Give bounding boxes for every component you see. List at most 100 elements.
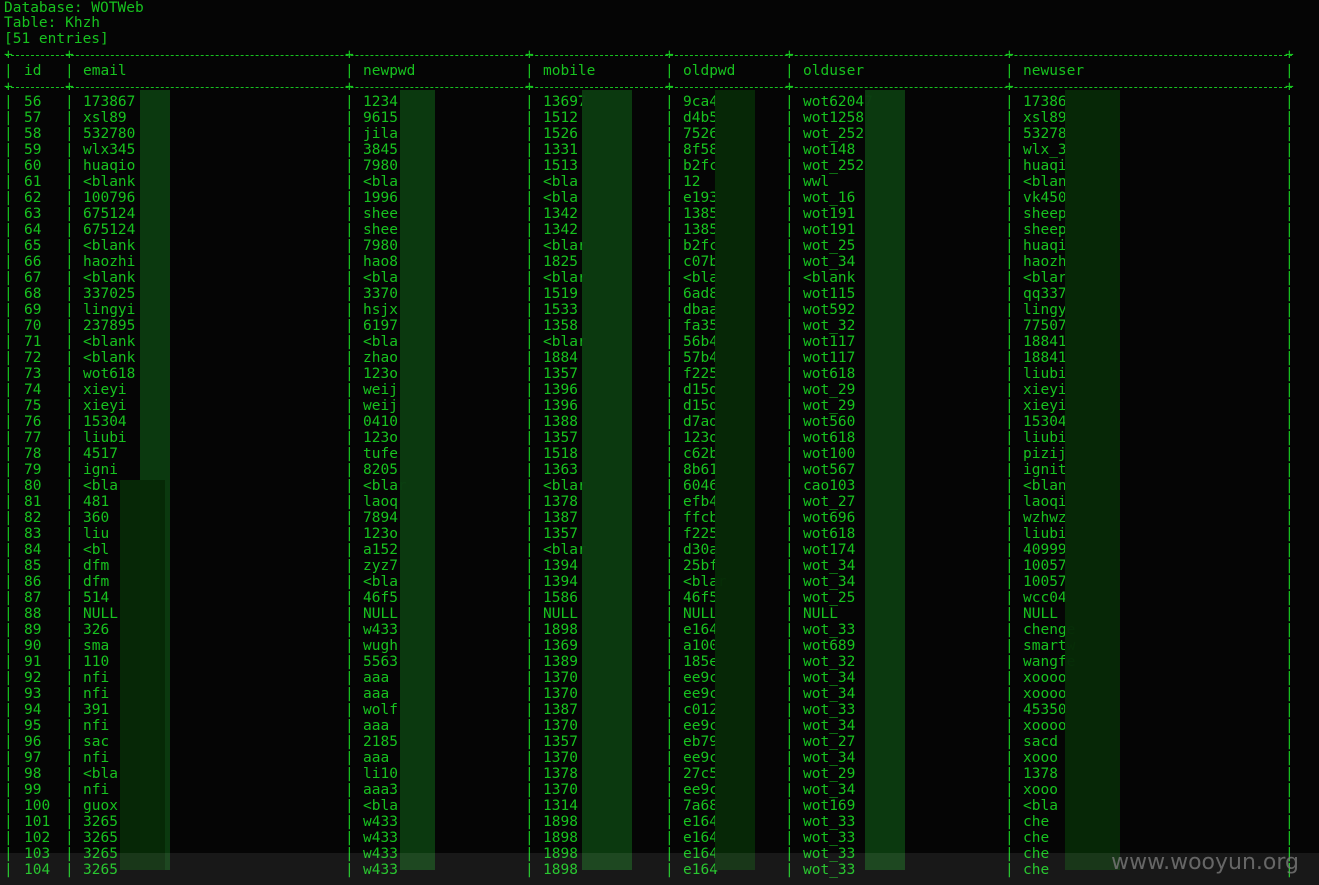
column-separator: | bbox=[525, 478, 534, 494]
cell-id: 70 bbox=[24, 318, 42, 334]
cell-newpwd: hsjx bbox=[363, 302, 398, 318]
column-separator: | bbox=[665, 63, 674, 79]
column-separator: | bbox=[1005, 766, 1014, 782]
column-separator: | bbox=[4, 286, 13, 302]
border-corner: + bbox=[525, 79, 534, 95]
cell-newuser: 10057 bbox=[1023, 558, 1067, 574]
column-separator: | bbox=[65, 366, 74, 382]
cell-newpwd: <bla bbox=[363, 574, 398, 590]
column-separator: | bbox=[665, 350, 674, 366]
column-separator: | bbox=[4, 654, 13, 670]
cell-oldpwd: 9ca4 bbox=[683, 94, 718, 110]
column-separator: | bbox=[665, 238, 674, 254]
column-separator: | bbox=[785, 414, 794, 430]
cell-id: 62 bbox=[24, 190, 42, 206]
cell-id: 56 bbox=[24, 94, 42, 110]
column-separator: | bbox=[525, 494, 534, 510]
column-separator: | bbox=[1285, 126, 1294, 142]
cell-mobile: 1358 bbox=[543, 318, 578, 334]
column-separator: | bbox=[1005, 798, 1014, 814]
cell-id: 73 bbox=[24, 366, 42, 382]
column-separator: | bbox=[345, 526, 354, 542]
column-separator: | bbox=[525, 190, 534, 206]
column-separator: | bbox=[785, 270, 794, 286]
cell-id: 65 bbox=[24, 238, 42, 254]
cell-mobile: <bla bbox=[543, 174, 578, 190]
column-separator: | bbox=[345, 574, 354, 590]
table-row: | | | | | | | | 64 675124 shee 1342 1385 wot191 sheep bbox=[0, 222, 1319, 238]
table-row: | | | | | | | | 62 100796 1996 <bla e193 wot_16 vk450 bbox=[0, 190, 1319, 206]
column-separator: | bbox=[1285, 366, 1294, 382]
table-row: | | | | | | | | 97 nfi aaa 1370 ee9c wot_34 xooo bbox=[0, 750, 1319, 766]
column-separator: | bbox=[345, 110, 354, 126]
column-separator: | bbox=[65, 830, 74, 846]
column-separator: | bbox=[785, 430, 794, 446]
column-separator: | bbox=[665, 446, 674, 462]
column-separator: | bbox=[525, 110, 534, 126]
cell-oldpwd: NULL bbox=[683, 606, 718, 622]
column-separator: | bbox=[65, 782, 74, 798]
column-separator: | bbox=[65, 478, 74, 494]
column-separator: | bbox=[65, 142, 74, 158]
cell-newpwd: 123o bbox=[363, 366, 398, 382]
column-separator: | bbox=[785, 302, 794, 318]
table-row: | | | | | | | | 90 sma wugh 1369 a100 wot689 smartw bbox=[0, 638, 1319, 654]
column-separator: | bbox=[4, 526, 13, 542]
column-separator: | bbox=[345, 158, 354, 174]
column-separator: | bbox=[65, 686, 74, 702]
table-row: | | | | | | | | 59 wlx345 3845 1331 8f58 wot148 wlx_3 bbox=[0, 142, 1319, 158]
cell-newpwd: hao8 bbox=[363, 254, 398, 270]
cell-oldpwd: efb4 bbox=[683, 494, 718, 510]
column-separator: | bbox=[65, 734, 74, 750]
column-separator: | bbox=[1005, 398, 1014, 414]
cell-newuser: wzhwz bbox=[1023, 510, 1067, 526]
cell-mobile: 1387 bbox=[543, 702, 578, 718]
column-separator: | bbox=[1005, 782, 1014, 798]
cell-email: xsl89 bbox=[83, 110, 127, 126]
border-corner: + bbox=[525, 47, 534, 63]
cell-email: nfi bbox=[83, 686, 110, 702]
cell-id: 101 bbox=[24, 814, 51, 830]
cell-id: 94 bbox=[24, 702, 42, 718]
cell-id: 68 bbox=[24, 286, 42, 302]
cell-email: 514 bbox=[83, 590, 110, 606]
cell-newpwd: a152 bbox=[363, 542, 398, 558]
cell-id: 98 bbox=[24, 766, 42, 782]
column-separator: | bbox=[4, 238, 13, 254]
column-separator: | bbox=[525, 574, 534, 590]
cell-newuser: xoooo bbox=[1023, 686, 1067, 702]
column-separator: | bbox=[1285, 494, 1294, 510]
cell-email: nfi bbox=[83, 718, 110, 734]
column-separator: | bbox=[1285, 270, 1294, 286]
column-separator: | bbox=[65, 798, 74, 814]
column-separator: | bbox=[4, 366, 13, 382]
cell-id: 61 bbox=[24, 174, 42, 190]
cell-newuser: liubi bbox=[1023, 430, 1067, 446]
table-row: | | | | | | | | 81 481 laoq 1378 efb4 wot_27 laoqi bbox=[0, 494, 1319, 510]
cell-mobile: 1898 bbox=[543, 814, 578, 830]
column-separator: | bbox=[665, 206, 674, 222]
column-separator: | bbox=[1285, 734, 1294, 750]
column-separator: | bbox=[345, 606, 354, 622]
cell-email: NULL bbox=[83, 606, 118, 622]
column-separator: | bbox=[1005, 63, 1014, 79]
column-separator: | bbox=[665, 526, 674, 542]
column-separator: | bbox=[665, 494, 674, 510]
cell-id: 84 bbox=[24, 542, 42, 558]
column-separator: | bbox=[1005, 334, 1014, 350]
cell-olduser: wot_34 bbox=[803, 750, 856, 766]
cell-email: dfm bbox=[83, 558, 110, 574]
column-separator: | bbox=[665, 830, 674, 846]
column-separator: | bbox=[1285, 382, 1294, 398]
table-row: | | | | | | | | 80 <bla <blar <blar 6046 cao103 <blan bbox=[0, 478, 1319, 494]
table-row: | | | | | | | | 102 3265 w433 1898 e164 wot_33 che bbox=[0, 830, 1319, 846]
column-separator: | bbox=[665, 414, 674, 430]
column-separator: | bbox=[1285, 814, 1294, 830]
column-separator: | bbox=[345, 446, 354, 462]
column-separator: | bbox=[4, 190, 13, 206]
cell-newpwd: 7894 bbox=[363, 510, 398, 526]
column-separator: | bbox=[1005, 142, 1014, 158]
column-separator: | bbox=[525, 734, 534, 750]
column-separator: | bbox=[345, 814, 354, 830]
cell-newpwd: 6197 bbox=[363, 318, 398, 334]
